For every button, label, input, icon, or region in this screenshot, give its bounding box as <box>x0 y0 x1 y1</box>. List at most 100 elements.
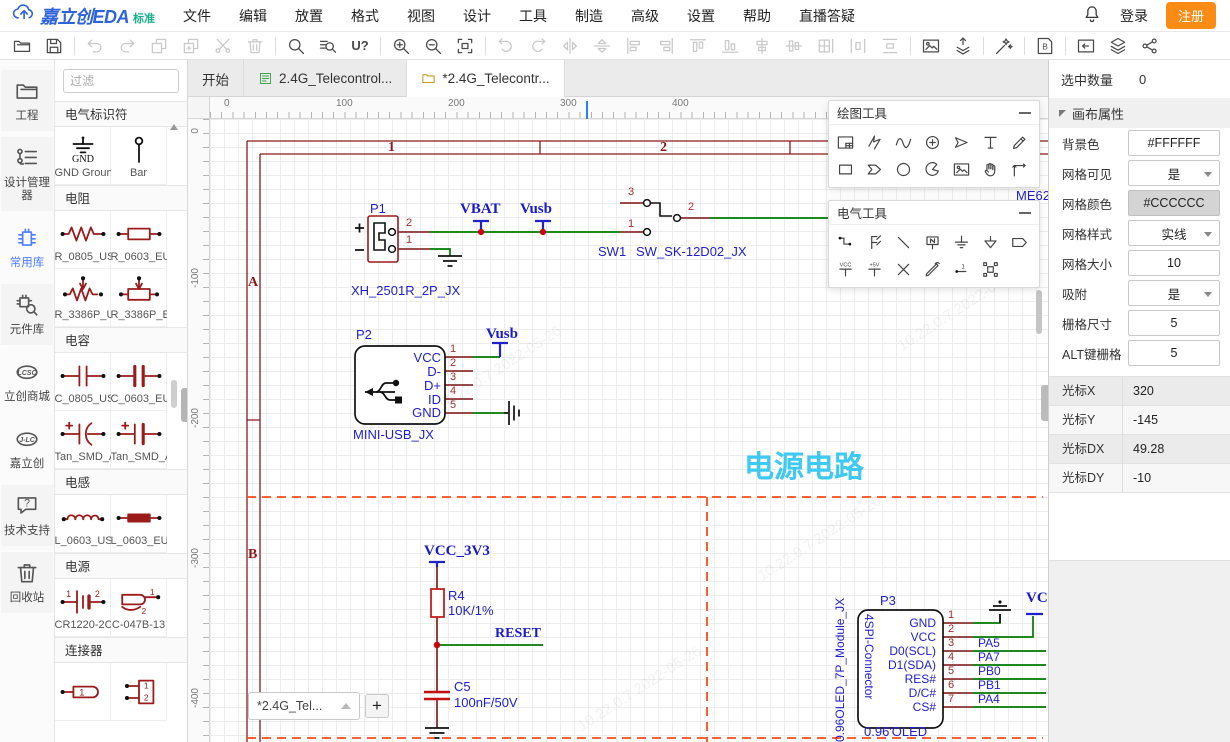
protective-ground-tool[interactable] <box>976 229 1005 256</box>
library-section-header[interactable]: 电阻 <box>55 185 187 211</box>
net-flag-vusb[interactable]: Vusb <box>520 201 552 218</box>
net-flag-vcc-partial[interactable]: VCC <box>1026 590 1048 607</box>
library-item[interactable]: Tan_SMD_A <box>111 411 167 469</box>
menu-item-10[interactable]: 帮助 <box>731 0 783 32</box>
net-label-reset[interactable]: RESET <box>495 626 541 642</box>
p1-part-label[interactable]: XH_2501R_2P_JX <box>351 283 460 298</box>
net-label[interactable]: PB1 <box>978 678 1001 692</box>
net-label[interactable]: PB0 <box>978 664 1001 678</box>
menu-item-0[interactable]: 文件 <box>171 0 223 32</box>
net-class-tool[interactable] <box>976 256 1005 283</box>
library-item[interactable]: Tan_SMD_A <box>55 411 111 469</box>
property-input[interactable]: 5 <box>1128 310 1220 336</box>
app-logo[interactable]: 嘉立创EDA 标准 <box>10 1 155 30</box>
login-link[interactable]: 登录 <box>1120 6 1148 26</box>
net-flag-vbat[interactable]: VBAT <box>460 201 501 218</box>
sidebar-item-立创商城[interactable]: LCSC立创商城 <box>1 351 53 412</box>
property-select[interactable]: 是 <box>1128 280 1220 306</box>
library-section-header[interactable]: 电气标识符 <box>55 101 187 127</box>
power-section-label[interactable]: 电源电路 <box>744 442 864 486</box>
p2-ref[interactable]: P2 <box>356 327 372 342</box>
net-label-tool[interactable] <box>918 229 947 256</box>
dimension-tool[interactable] <box>1005 156 1034 183</box>
filter-input[interactable] <box>63 69 179 93</box>
sidebar-item-设计管理器[interactable]: 设计管理器 <box>1 137 53 211</box>
p3-below-label[interactable]: 0.96'OLED <box>864 724 927 739</box>
polygon-tool[interactable] <box>860 156 889 183</box>
arrow-tool[interactable] <box>947 129 976 156</box>
zoom-out-button[interactable] <box>417 34 449 58</box>
find-similar-parts-button[interactable] <box>312 34 344 58</box>
share-button[interactable] <box>1134 34 1166 58</box>
library-item[interactable]: 12C-047B-13 <box>111 579 167 637</box>
bom-button[interactable]: B <box>1029 34 1061 58</box>
property-input[interactable]: 10 <box>1128 250 1220 276</box>
net-label[interactable]: PA5 <box>978 636 1000 650</box>
search-button[interactable] <box>280 34 312 58</box>
sidebar-item-回收站[interactable]: 回收站 <box>1 552 53 613</box>
p2-part-label[interactable]: MINI-USB_JX <box>353 427 434 442</box>
menu-item-4[interactable]: 视图 <box>395 0 447 32</box>
library-collapse-handle[interactable] <box>181 388 187 422</box>
property-select[interactable]: 实线 <box>1128 220 1220 246</box>
layers-button[interactable] <box>1102 34 1134 58</box>
library-section-header[interactable]: 电容 <box>55 327 187 353</box>
import-changes-button[interactable] <box>947 34 979 58</box>
no-connect-flag-tool[interactable] <box>889 256 918 283</box>
document-tab-1[interactable]: 2.4G_Telecontrol... <box>244 60 407 97</box>
p3-ref[interactable]: P3 <box>880 593 896 608</box>
drawing-sheet-tool[interactable] <box>831 129 860 156</box>
vcc-flag-tool[interactable]: VCC <box>831 256 860 283</box>
menu-item-3[interactable]: 格式 <box>339 0 391 32</box>
menu-item-6[interactable]: 工具 <box>507 0 559 32</box>
zoom-in-button[interactable] <box>385 34 417 58</box>
library-item[interactable]: Bar <box>111 127 167 185</box>
arc-by-center-tool[interactable] <box>918 129 947 156</box>
library-item[interactable]: 12CR1220-2C <box>55 579 111 637</box>
notifications-bell-icon[interactable] <box>1082 4 1102 27</box>
bus-tool[interactable] <box>860 229 889 256</box>
ground-tool[interactable] <box>947 229 976 256</box>
arc-tool[interactable] <box>918 156 947 183</box>
net-flag-vusb-p2[interactable]: Vusb <box>486 326 518 343</box>
magic-wand-button[interactable] <box>988 34 1020 58</box>
library-section-header[interactable]: 电源 <box>55 553 187 579</box>
library-item[interactable]: 1 <box>55 663 111 721</box>
net-label[interactable]: PA7 <box>978 650 1000 664</box>
preview-back-button[interactable] <box>1070 34 1102 58</box>
sw1-ref[interactable]: SW1 <box>598 244 626 259</box>
library-item[interactable]: L_0603_EU <box>111 495 167 553</box>
plus5v-flag-tool[interactable]: +5V <box>860 256 889 283</box>
property-swatch[interactable]: #CCCCCC <box>1128 190 1220 216</box>
p3-part-label[interactable]: 0.96OLED_7P_Module_JX <box>833 580 847 742</box>
bus-entry-tool[interactable] <box>889 229 918 256</box>
sidebar-item-技术支持[interactable]: ?技术支持 <box>1 485 53 546</box>
register-button[interactable]: 注册 <box>1166 2 1216 29</box>
library-item[interactable]: R_0603_EU <box>111 211 167 269</box>
property-input[interactable]: 5 <box>1128 340 1220 366</box>
menu-item-5[interactable]: 设计 <box>451 0 503 32</box>
r4-ref[interactable]: R4 <box>448 588 465 603</box>
library-item[interactable]: GNDGND Ground <box>55 127 111 185</box>
drag-canvas-tool[interactable] <box>976 156 1005 183</box>
sheet-selector[interactable]: *2.4G_Tel... <box>248 692 360 720</box>
p1-ref[interactable]: P1 <box>370 201 386 216</box>
library-item[interactable]: R_0805_US <box>55 211 111 269</box>
properties-collapse-handle[interactable] <box>1041 385 1048 421</box>
sidebar-item-工程[interactable]: 工程 <box>1 70 53 131</box>
pin-tool[interactable] <box>918 256 947 283</box>
property-input[interactable]: #FFFFFF <box>1128 130 1220 156</box>
sidebar-item-嘉立创[interactable]: J-LC嘉立创 <box>1 418 53 479</box>
c5-value[interactable]: 100nF/50V <box>454 695 518 710</box>
rectangle-tool[interactable] <box>831 156 860 183</box>
spline-tool[interactable] <box>889 129 918 156</box>
library-scrollbar-thumb[interactable] <box>171 380 177 408</box>
net-label[interactable]: PA4 <box>978 692 1000 706</box>
scroll-up-icon[interactable] <box>170 124 178 130</box>
library-item[interactable]: C_0603_EU <box>111 353 167 411</box>
library-item[interactable]: C_0805_US <box>55 353 111 411</box>
image-tool-button[interactable] <box>915 34 947 58</box>
sidebar-item-常用库[interactable]: 常用库 <box>1 217 53 278</box>
library-item[interactable]: R_3386P_U <box>55 269 111 327</box>
library-section-header[interactable]: 连接器 <box>55 637 187 663</box>
